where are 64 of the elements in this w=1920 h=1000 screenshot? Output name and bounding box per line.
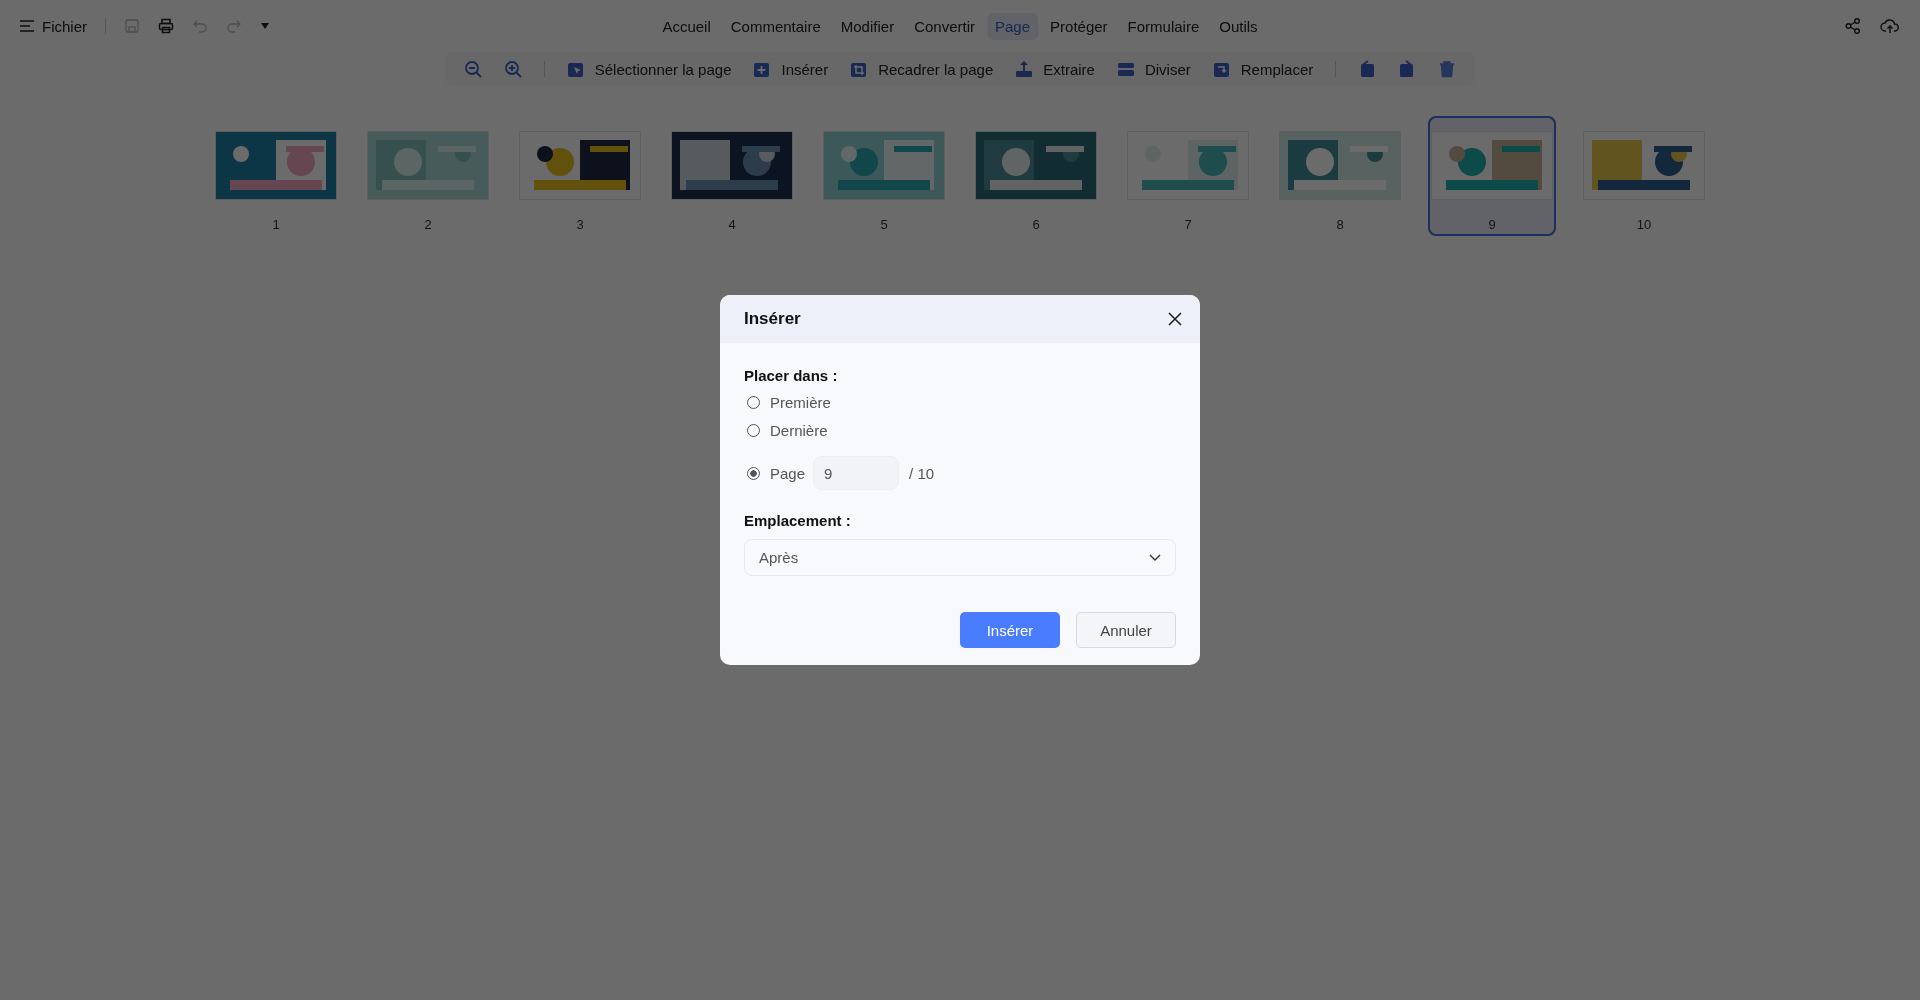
page-thumbnail[interactable]: 9 [1428, 116, 1556, 236]
extract-button[interactable]: Extraire [1015, 60, 1095, 78]
page-thumbnail[interactable]: 10 [1580, 116, 1708, 236]
replace-button[interactable]: Remplacer [1212, 60, 1314, 78]
page-thumbnail[interactable]: 4 [668, 116, 796, 236]
menu-icon [20, 20, 34, 32]
option-label: Première [770, 394, 831, 411]
option-label: Dernière [770, 422, 828, 439]
print-icon[interactable] [158, 18, 174, 34]
menu-tab[interactable]: Modifier [832, 12, 903, 40]
menu-tab[interactable]: Commentaire [722, 12, 829, 40]
zoom-out-icon[interactable] [463, 60, 482, 78]
page-thumbnail[interactable]: 2 [364, 116, 492, 236]
zoom-in-icon[interactable] [503, 60, 522, 78]
cloud-upload-icon[interactable] [1880, 17, 1900, 35]
layers-icon [1116, 60, 1135, 78]
dialog-title: Insérer [744, 309, 801, 329]
crop-icon [850, 60, 869, 78]
page-number: 7 [1184, 217, 1192, 232]
page-number: 4 [728, 217, 736, 232]
share-icon[interactable] [1844, 17, 1862, 35]
menu-tab[interactable]: Formulaire [1119, 12, 1208, 40]
cursor-icon [566, 60, 585, 78]
menu-tab[interactable]: Page [987, 12, 1039, 40]
page-thumbnail[interactable]: 5 [820, 116, 948, 236]
select-page-button[interactable]: Sélectionner la page [566, 60, 732, 78]
page-thumbnail[interactable]: 8 [1276, 116, 1404, 236]
radio-button[interactable] [747, 466, 760, 480]
page-number: 10 [1636, 217, 1652, 232]
page-number: 9 [1488, 217, 1496, 232]
page-number: 3 [576, 217, 584, 232]
page-thumbnail[interactable]: 3 [516, 116, 644, 236]
cancel-button[interactable]: Annuler [1076, 612, 1176, 648]
menu-tab[interactable]: Accueil [654, 12, 719, 40]
menu-tab[interactable]: Protéger [1042, 12, 1116, 40]
location-dropdown[interactable]: Après [744, 539, 1176, 576]
menu-tab[interactable]: Outils [1211, 12, 1266, 40]
page-thumbnail[interactable]: 7 [1124, 116, 1252, 236]
page-number: 5 [880, 217, 888, 232]
file-menu-button[interactable]: Fichier [20, 17, 87, 35]
split-button[interactable]: Diviser [1116, 60, 1191, 78]
page-number-field[interactable]: 9 [813, 456, 900, 490]
page-thumbnail[interactable]: 6 [972, 116, 1100, 236]
page-total: / 10 [909, 464, 935, 482]
placement-label: Placer dans : [744, 367, 838, 384]
rotate-left-icon[interactable] [1358, 60, 1377, 78]
insert-button[interactable]: Insérer [753, 60, 829, 78]
upload-icon [1015, 60, 1034, 78]
close-icon[interactable] [1168, 312, 1182, 326]
menu-tab[interactable]: Convertir [906, 12, 983, 40]
insert-confirm-button[interactable]: Insérer [960, 612, 1060, 648]
option-label: Page [770, 464, 806, 482]
page-number: 1 [272, 217, 280, 232]
swap-icon [1212, 60, 1231, 78]
dropdown-icon[interactable] [260, 22, 270, 30]
location-label: Emplacement : [744, 512, 851, 529]
page-number: 6 [1032, 217, 1040, 232]
page-number: 8 [1336, 217, 1344, 232]
page-number: 2 [424, 217, 432, 232]
plus-icon [753, 60, 772, 78]
page-thumbnail[interactable]: 1 [212, 116, 340, 236]
chevron-down-icon [1149, 553, 1161, 562]
crop-page-button[interactable]: Recadrer la page [850, 60, 994, 78]
trash-icon[interactable] [1438, 60, 1457, 78]
